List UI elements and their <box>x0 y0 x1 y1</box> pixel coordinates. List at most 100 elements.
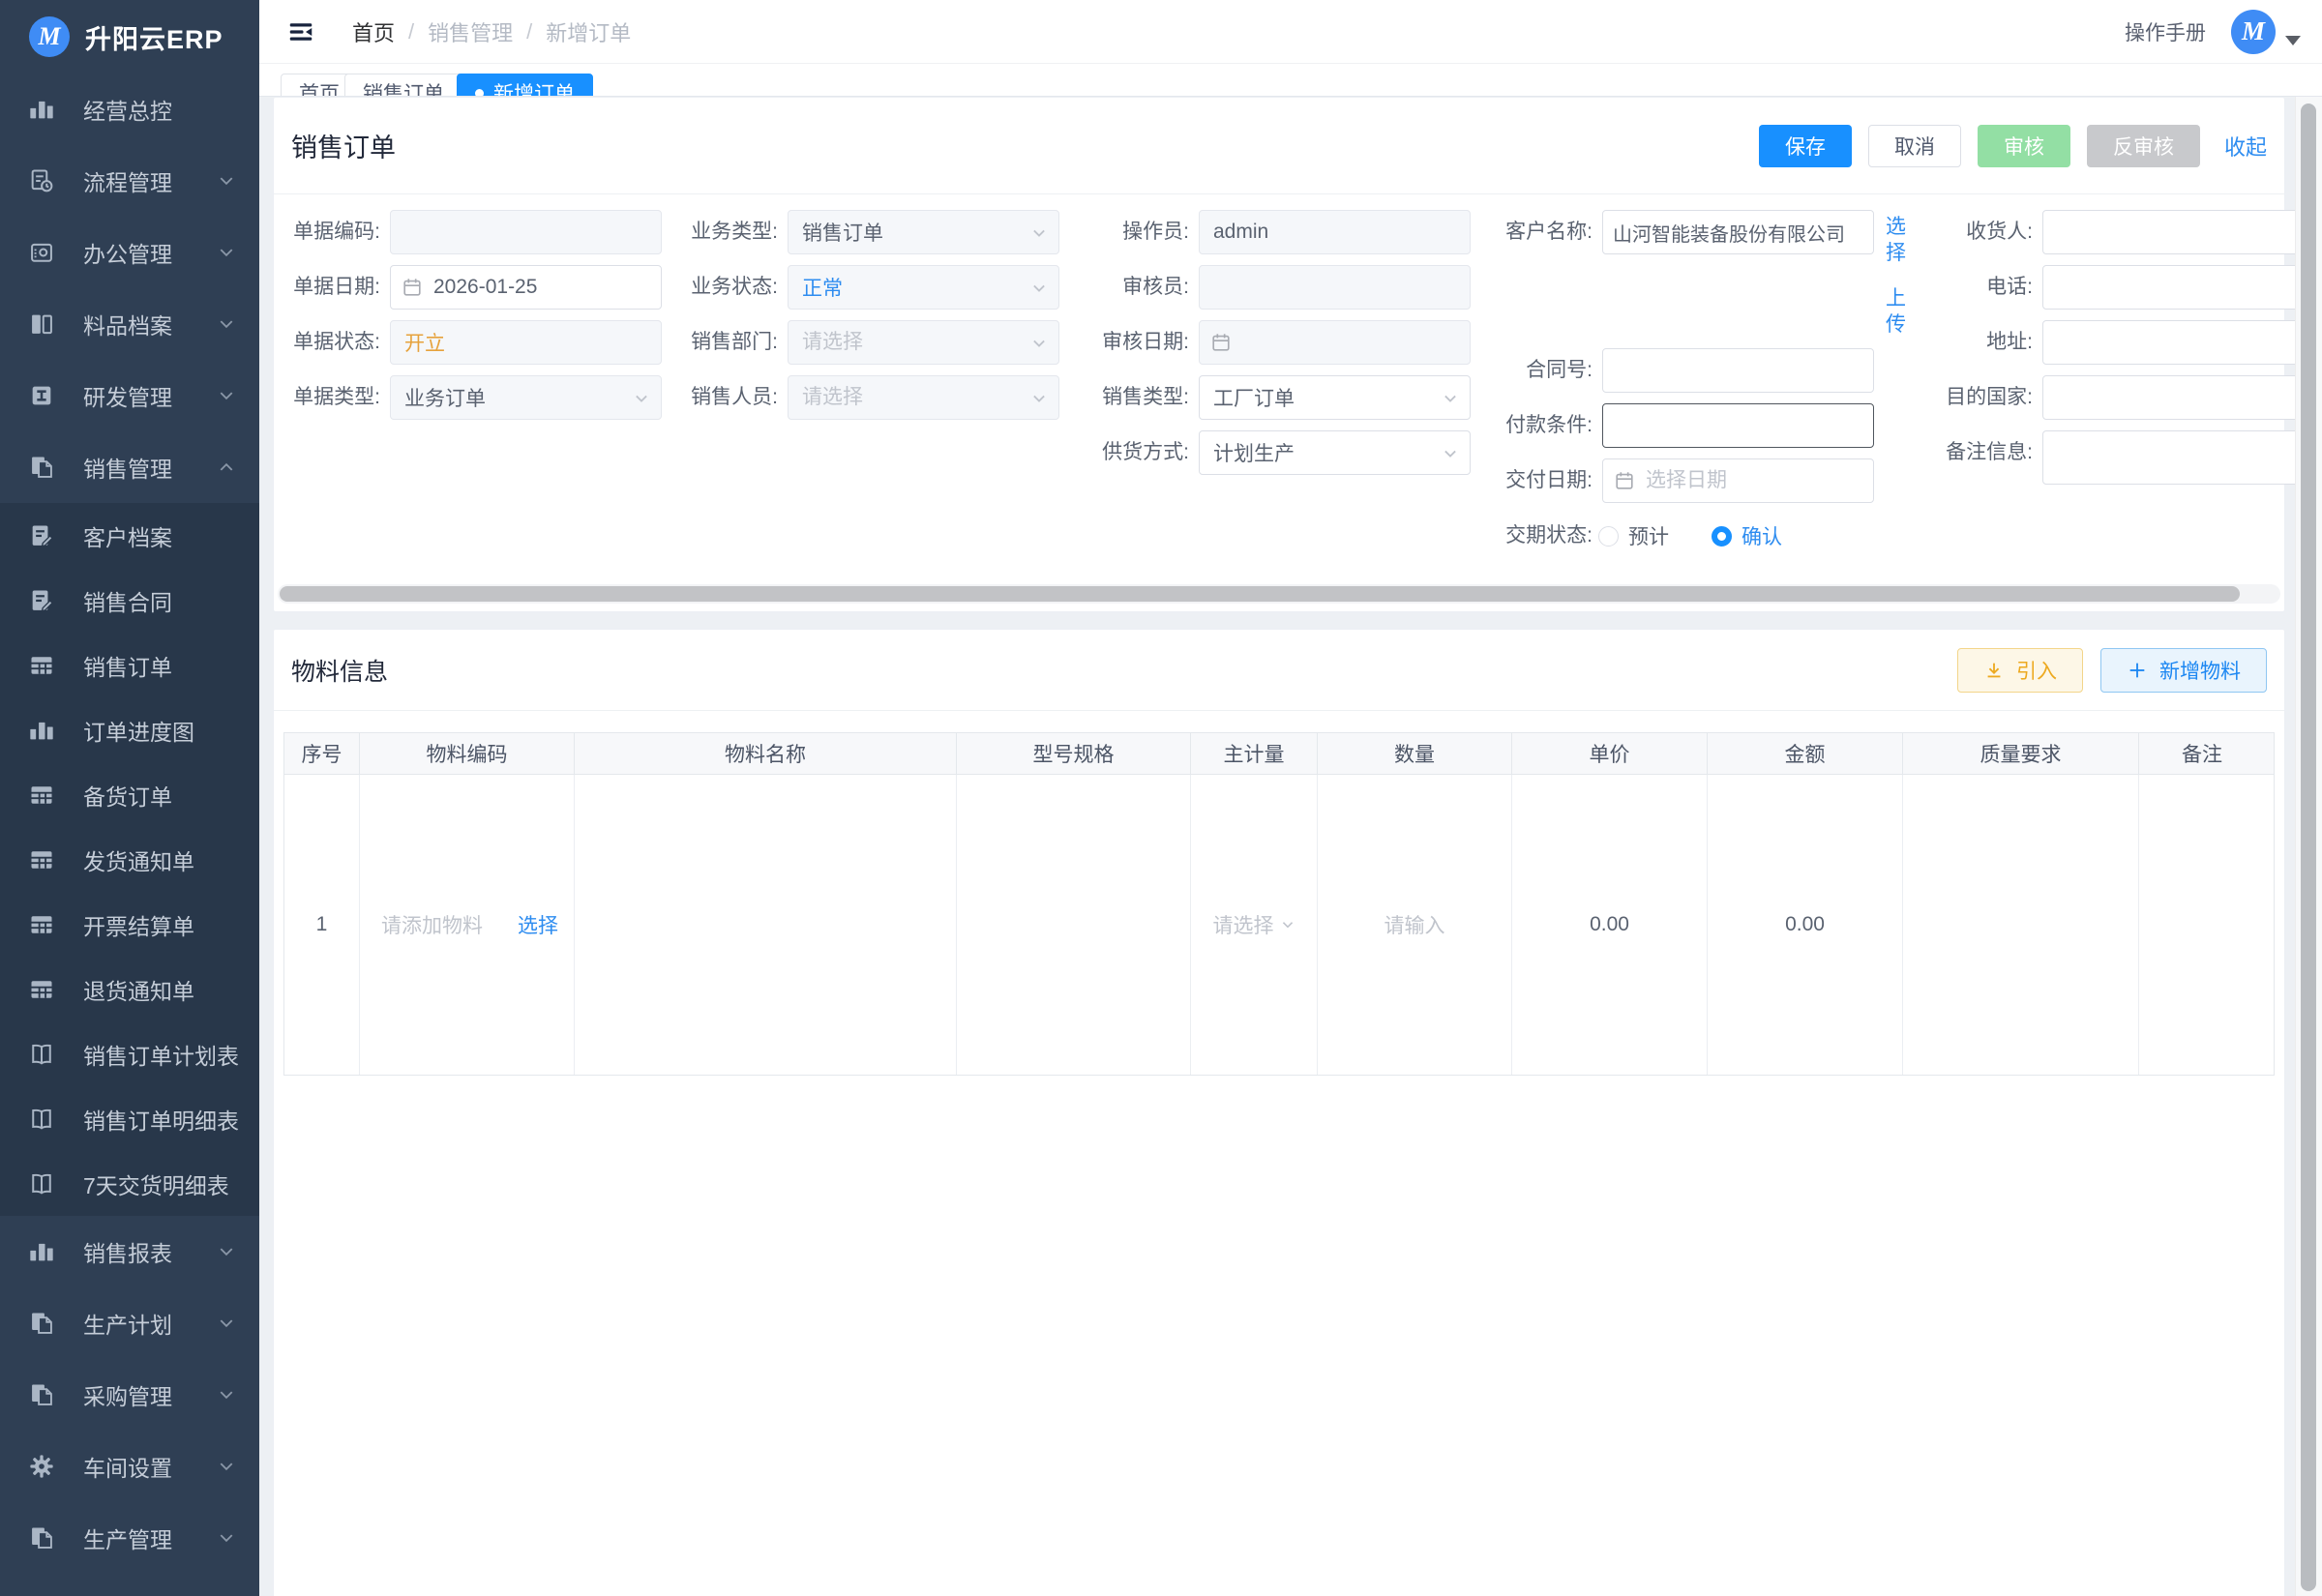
sidebar-item-label: 发货通知单 <box>83 848 194 874</box>
customer-name-input[interactable] <box>1602 210 1874 254</box>
qty-placeholder: 请输入 <box>1384 915 1445 937</box>
sidebar-item-label: 销售合同 <box>83 589 172 615</box>
copy-docs-icon <box>27 1380 56 1409</box>
customer-select-link[interactable]: 选择 <box>1886 214 1909 266</box>
chevron-down-icon <box>217 1457 236 1476</box>
sidebar-item-label: 7天交货明细表 <box>83 1172 229 1198</box>
sidebar-item-23[interactable]: 加工车间 <box>0 1574 259 1596</box>
collapse-sidebar-icon[interactable] <box>286 17 315 46</box>
breadcrumb-separator: / <box>526 18 533 44</box>
doc-edit-icon <box>27 586 56 615</box>
sidebar-item-22[interactable]: 生产管理 <box>0 1502 259 1574</box>
cell-unit[interactable]: 请选择 <box>1191 775 1318 1075</box>
sidebar-item-21[interactable]: 车间设置 <box>0 1431 259 1502</box>
sidebar-item-5[interactable]: 研发管理 <box>0 360 259 431</box>
sidebar-item-7[interactable]: 客户档案 <box>0 503 259 568</box>
audit-button[interactable]: 审核 <box>1977 124 2070 167</box>
cell-qty[interactable]: 请输入 <box>1318 775 1512 1075</box>
doc-type-select[interactable] <box>390 375 662 420</box>
sidebar-item-1[interactable]: 经营总控 <box>0 74 259 145</box>
sales-person-select[interactable] <box>788 375 1059 420</box>
sidebar-item-11[interactable]: 备货订单 <box>0 762 259 827</box>
sidebar-item-3[interactable]: 办公管理 <box>0 217 259 288</box>
biz-status-select[interactable] <box>788 265 1059 310</box>
sidebar-item-label: 客户档案 <box>83 524 172 550</box>
sidebar-item-label: 研发管理 <box>83 385 172 410</box>
biz-type-select[interactable] <box>788 210 1059 254</box>
sidebar-item-label: 流程管理 <box>83 170 172 195</box>
horizontal-scrollbar[interactable] <box>278 584 2280 604</box>
sidebar-item-9[interactable]: 销售订单 <box>0 633 259 697</box>
add-material-button[interactable]: 新增物料 <box>2100 647 2267 693</box>
customer-upload-link[interactable]: 上传 <box>1886 285 1909 338</box>
main-area: 首页 / 销售管理 / 新增订单 操作手册 M 首页 销售订单 新增订单 销售订单 保存 取… <box>259 0 2322 1596</box>
radio-estimated[interactable]: 预计 <box>1598 521 1669 550</box>
sidebar-item-8[interactable]: 销售合同 <box>0 568 259 633</box>
column-header-3: 物料名称 <box>575 733 957 774</box>
remark-textarea[interactable] <box>2042 430 2295 485</box>
radio-confirmed[interactable]: 确认 <box>1712 521 1782 550</box>
breadcrumb-item-3[interactable]: 新增订单 <box>546 16 631 47</box>
vertical-scrollbar[interactable] <box>2295 97 2322 1596</box>
breadcrumb-item-2[interactable]: 销售管理 <box>428 16 513 47</box>
user-avatar[interactable]: M <box>2231 9 2276 54</box>
contract-no-input[interactable] <box>1602 348 1874 393</box>
dest-country-input[interactable] <box>2042 375 2295 420</box>
audit-date-input[interactable] <box>1199 320 1471 365</box>
sidebar-item-20[interactable]: 采购管理 <box>0 1359 259 1431</box>
sidebar-item-6[interactable]: 销售管理 <box>0 431 259 503</box>
tab-2[interactable]: 销售订单 <box>344 74 462 97</box>
sidebar-item-15[interactable]: 销售订单计划表 <box>0 1021 259 1086</box>
cancel-button[interactable]: 取消 <box>1867 124 1961 167</box>
sidebar-item-label: 销售订单明细表 <box>83 1108 239 1134</box>
save-button[interactable]: 保存 <box>1758 124 1852 167</box>
payment-terms-input[interactable] <box>1602 403 1874 448</box>
unaudit-button[interactable]: 反审核 <box>2086 124 2200 167</box>
field-label: 审核员: <box>1122 276 1189 298</box>
cell-spec[interactable] <box>957 775 1191 1075</box>
field-label: 操作员: <box>1122 221 1189 243</box>
import-button[interactable]: 引入 <box>1957 647 2083 693</box>
sidebar-item-12[interactable]: 发货通知单 <box>0 827 259 892</box>
phone-input[interactable] <box>2042 265 2295 310</box>
sales-type-select[interactable] <box>1199 375 1471 420</box>
sidebar-item-18[interactable]: 销售报表 <box>0 1216 259 1287</box>
sidebar-item-label: 销售管理 <box>83 457 172 482</box>
sales-order-panel: 销售订单 保存 取消 审核 反审核 收起 单据编码: 单据日期: 2026-01… <box>273 97 2295 612</box>
cell-note[interactable] <box>2139 775 2265 1075</box>
row-select-link[interactable]: 选择 <box>518 910 558 939</box>
delivery-date-input[interactable] <box>1602 458 1874 503</box>
material-panel: 物料信息 引入 新增物料 序号 物料编码 物料名称 型号规格 主计量 数量 单价… <box>273 629 2285 1596</box>
sales-dept-select[interactable] <box>788 320 1059 365</box>
radio-icon <box>1712 525 1732 547</box>
doc-status-input[interactable] <box>390 320 662 365</box>
sidebar-item-17[interactable]: 7天交货明细表 <box>0 1151 259 1216</box>
collapse-link[interactable]: 收起 <box>2224 131 2267 162</box>
sidebar-item-19[interactable]: 生产计划 <box>0 1287 259 1359</box>
tab-label: 销售订单 <box>363 83 444 97</box>
doc-code-input[interactable] <box>390 210 662 254</box>
sidebar-item-4[interactable]: 料品档案 <box>0 288 259 360</box>
tab-3[interactable]: 新增订单 <box>457 74 593 96</box>
sidebar-item-2[interactable]: 流程管理 <box>0 145 259 217</box>
receiver-input[interactable] <box>2042 210 2295 254</box>
sidebar-item-14[interactable]: 退货通知单 <box>0 957 259 1021</box>
supply-mode-select[interactable] <box>1199 430 1471 475</box>
doc-date-input[interactable] <box>390 265 662 310</box>
bar-chart-icon <box>27 95 56 124</box>
user-menu-caret-icon[interactable] <box>2285 35 2301 45</box>
sidebar-item-10[interactable]: 订单进度图 <box>0 697 259 762</box>
manual-link[interactable]: 操作手册 <box>2125 17 2206 46</box>
auditor-input[interactable] <box>1199 265 1471 310</box>
horizontal-scrollbar-thumb[interactable] <box>280 586 2240 602</box>
breadcrumb-item-1[interactable]: 首页 <box>352 16 395 47</box>
cell-material-name[interactable] <box>575 775 957 1075</box>
address-input[interactable] <box>2042 320 2295 365</box>
open-book-icon <box>27 1169 56 1198</box>
field-label: 单据状态: <box>293 331 380 353</box>
sidebar-item-13[interactable]: 开票结算单 <box>0 892 259 957</box>
cell-quality[interactable] <box>1903 775 2139 1075</box>
vertical-scrollbar-thumb[interactable] <box>2301 103 2316 1591</box>
sidebar-item-16[interactable]: 销售订单明细表 <box>0 1086 259 1151</box>
operator-input[interactable] <box>1199 210 1471 254</box>
